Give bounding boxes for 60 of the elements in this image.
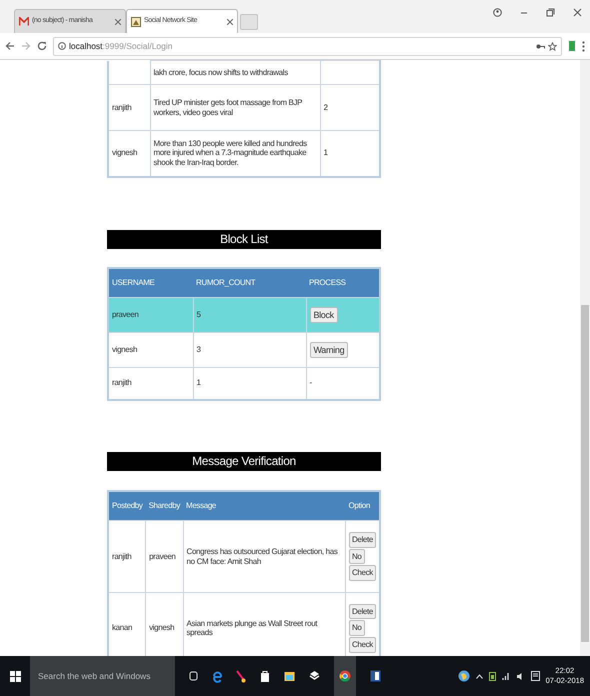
star-icon[interactable] xyxy=(548,42,557,50)
close-icon[interactable] xyxy=(573,8,582,17)
reload-icon[interactable] xyxy=(37,41,47,51)
scrollbar-thumb[interactable] xyxy=(581,305,589,642)
mail-icon xyxy=(19,17,29,26)
option-button[interactable]: No xyxy=(348,620,364,636)
notification-icon[interactable] xyxy=(530,671,540,681)
column-header: Sharedby xyxy=(146,490,184,520)
table-cell xyxy=(108,60,150,84)
store-icon[interactable] xyxy=(260,670,270,682)
column-header: Postedby xyxy=(108,490,146,520)
extension-icon[interactable] xyxy=(568,40,576,52)
battery-icon[interactable] xyxy=(488,671,496,681)
option-button[interactable]: No xyxy=(348,548,364,564)
column-header: USERNAME xyxy=(108,268,193,298)
table-cell xyxy=(320,60,380,84)
column-header: PROCESS xyxy=(306,268,380,298)
windows-icon[interactable] xyxy=(10,670,20,682)
taskbar-app-button[interactable] xyxy=(334,656,356,696)
page-icon xyxy=(131,16,141,26)
column-header: RUMOR_COUNT xyxy=(193,268,306,298)
section-header: Message Verification xyxy=(107,452,381,470)
close-icon[interactable] xyxy=(227,18,233,24)
info-icon xyxy=(58,42,66,50)
user-icon[interactable] xyxy=(493,7,502,18)
table-cell: lakh crore, focus now shifts to withdrawals xyxy=(150,60,320,84)
chrome-icon xyxy=(339,670,351,682)
section-header: Block List xyxy=(107,230,381,248)
browser-icon[interactable] xyxy=(212,670,222,682)
task-view-icon[interactable] xyxy=(189,671,198,681)
option-button[interactable]: Check xyxy=(348,565,376,581)
close-icon[interactable] xyxy=(115,18,121,24)
option-button[interactable]: Delete xyxy=(348,604,376,620)
restore-icon[interactable] xyxy=(546,8,555,17)
column-header: Option xyxy=(345,490,380,520)
table-cell: ranjith xyxy=(108,84,150,130)
action-button[interactable]: Warning xyxy=(310,342,348,358)
option-button[interactable]: Check xyxy=(348,637,376,653)
action-button[interactable]: Block xyxy=(310,306,338,324)
search-field[interactable]: Search the web and Windows xyxy=(30,656,175,696)
paint-brush-icon[interactable] xyxy=(236,670,246,682)
key-icon[interactable] xyxy=(536,42,545,50)
box-icon[interactable] xyxy=(309,670,320,682)
network-icon[interactable] xyxy=(502,672,510,680)
table-cell: Congress has outsourced Gujarat election, has no CM face: Amit Shah xyxy=(183,520,346,592)
column-header: Message xyxy=(183,490,346,520)
table-cell: ranjith xyxy=(108,520,146,592)
menu-icon[interactable] xyxy=(582,40,585,52)
back-icon[interactable] xyxy=(5,41,15,51)
folder-icon[interactable] xyxy=(284,670,295,682)
table-text: - xyxy=(310,378,312,388)
globe-icon[interactable] xyxy=(458,670,470,682)
document-icon[interactable] xyxy=(370,670,381,682)
address-bar[interactable]: localhost:9999/Social/Login xyxy=(53,36,562,56)
option-button[interactable]: Delete xyxy=(348,532,376,548)
url-text: localhost:9999/Social/Login xyxy=(69,40,173,52)
scrollbar[interactable] xyxy=(580,60,590,656)
table-cell: Tired UP minister gets foot massage from BJP workers, video goes viral xyxy=(150,84,320,130)
table-cell: praveen xyxy=(146,520,184,592)
chevron-up-icon[interactable] xyxy=(476,674,483,678)
